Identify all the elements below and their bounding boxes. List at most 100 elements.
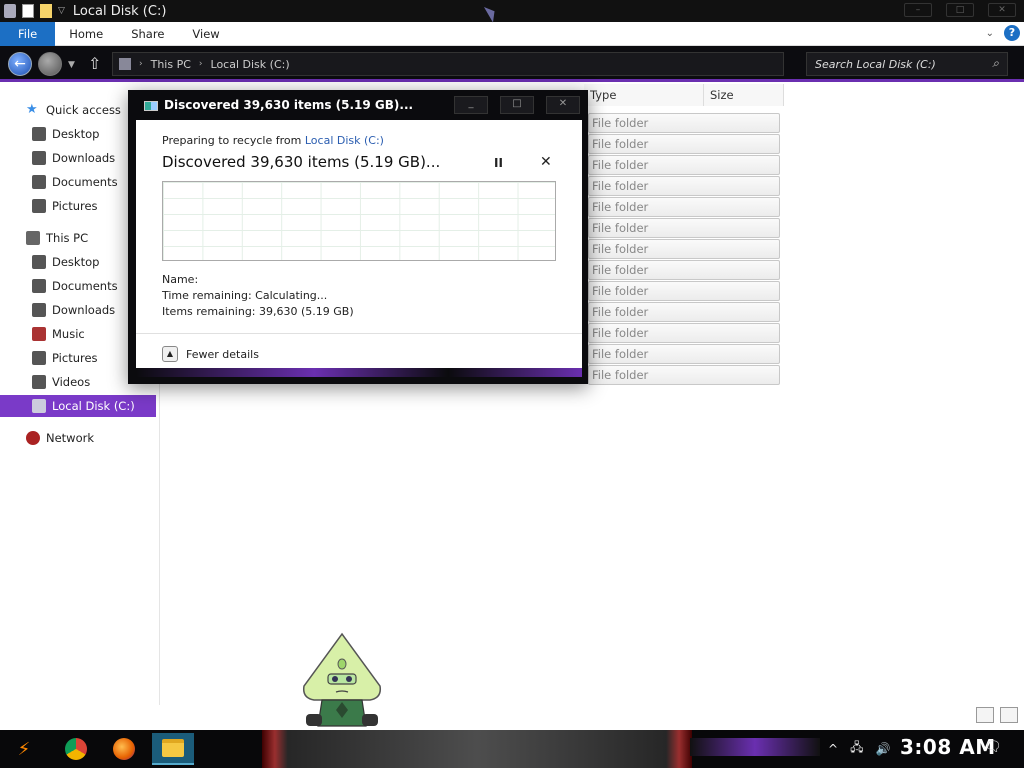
start-button[interactable]: ⚡ — [6, 733, 42, 765]
address-bar[interactable]: › This PC › Local Disk (C:) — [112, 52, 784, 76]
app-icon[interactable] — [4, 4, 16, 18]
details-view-icon[interactable] — [976, 707, 994, 723]
pictures-icon — [32, 351, 46, 365]
search-icon[interactable]: ⌕ — [992, 56, 999, 71]
quick-access-toolbar: ▽ — [0, 4, 65, 18]
breadcrumb-chevron-icon[interactable]: › — [139, 59, 143, 69]
dialog-maximize-button[interactable]: □ — [500, 96, 534, 114]
maximize-button[interactable]: □ — [946, 3, 974, 17]
music-icon — [32, 327, 46, 341]
title-bar: ▽ Local Disk (C:) – □ ✕ — [0, 0, 1024, 22]
breadcrumb-chevron-icon[interactable]: › — [199, 59, 203, 69]
customize-toolbar-icon[interactable]: ▽ — [58, 6, 65, 16]
documents-icon — [32, 175, 46, 189]
taskbar-app-firefox[interactable] — [106, 733, 142, 765]
star-icon: ★ — [26, 102, 38, 117]
cancel-operation-button[interactable]: ✕ — [540, 154, 552, 170]
properties-icon[interactable] — [22, 4, 34, 18]
tab-file[interactable]: File — [0, 21, 56, 46]
system-tray: ^ 🖧 🔊 — [828, 738, 890, 759]
taskbar: ⚡ ^ 🖧 🔊 3:08 AM 🗨 — [0, 730, 1024, 768]
dialog-close-button[interactable]: ✕ — [546, 96, 580, 114]
taskbar-app-file-explorer[interactable] — [152, 733, 194, 765]
videos-icon — [32, 375, 46, 389]
speed-graph — [162, 181, 556, 261]
desktop-icon — [32, 127, 46, 141]
source-location-link[interactable]: Local Disk (C:) — [305, 134, 384, 147]
pause-button[interactable]: II — [494, 156, 503, 170]
file-row-type[interactable]: File folder — [588, 365, 780, 385]
recent-locations-icon[interactable]: ▼ — [68, 60, 75, 70]
column-header-size[interactable]: Size — [704, 84, 784, 106]
delete-progress-dialog: Discovered 39,630 items (5.19 GB)... _ □… — [128, 90, 588, 384]
column-headers: Type Size — [584, 84, 784, 106]
sidebar-item-local-disk[interactable]: Local Disk (C:) — [0, 395, 156, 417]
breadcrumb-this-pc[interactable]: This PC — [151, 58, 191, 71]
character-wallpaper-image — [302, 632, 382, 727]
file-row-type[interactable]: File folder — [588, 113, 780, 133]
help-icon[interactable]: ? — [1004, 25, 1020, 41]
folder-icon — [162, 739, 184, 757]
progress-headline: Discovered 39,630 items (5.19 GB)... — [162, 153, 441, 171]
file-row-type[interactable]: File folder — [588, 134, 780, 154]
large-icons-view-icon[interactable] — [1000, 707, 1018, 723]
show-hidden-icons-icon[interactable]: ^ — [828, 742, 838, 756]
file-row-type[interactable]: File folder — [588, 155, 780, 175]
up-button[interactable]: ⇧ — [88, 54, 101, 73]
file-row-type[interactable]: File folder — [588, 176, 780, 196]
file-row-type[interactable]: File folder — [588, 239, 780, 259]
expand-ribbon-icon[interactable]: ⌄ — [986, 28, 994, 39]
dialog-accent-strip — [136, 368, 582, 377]
taskbar-wallpaper-banner — [262, 730, 692, 768]
file-row-type[interactable]: File folder — [588, 302, 780, 322]
file-row-type[interactable]: File folder — [588, 323, 780, 343]
sidebar-item-network[interactable]: Network — [0, 427, 156, 449]
network-icon — [26, 431, 40, 445]
file-row-type[interactable]: File folder — [588, 260, 780, 280]
chrome-icon — [65, 738, 87, 760]
clock[interactable]: 3:08 AM — [900, 735, 996, 759]
dialog-title: Discovered 39,630 items (5.19 GB)... — [164, 98, 414, 112]
volume-icon[interactable]: 🔊 — [875, 742, 890, 756]
ribbon-tabs: File Home Share View ⌄ ? — [0, 21, 1024, 46]
firefox-icon — [113, 738, 135, 760]
minimize-button[interactable]: – — [904, 3, 932, 17]
column-header-type[interactable]: Type — [584, 84, 704, 106]
file-row-type[interactable]: File folder — [588, 344, 780, 364]
navigation-bar: ← ▼ ⇧ › This PC › Local Disk (C:) Search… — [0, 46, 1024, 82]
window-title: Local Disk (C:) — [72, 3, 167, 19]
drive-icon — [32, 399, 46, 413]
dialog-minimize-button[interactable]: _ — [454, 96, 488, 114]
dialog-body: Preparing to recycle from Local Disk (C:… — [136, 120, 582, 377]
taskbar-accent-decoration — [690, 738, 820, 756]
tab-view[interactable]: View — [178, 22, 233, 46]
file-row-type[interactable]: File folder — [588, 218, 780, 238]
time-remaining: Time remaining: Calculating... — [162, 289, 328, 302]
forward-button[interactable] — [38, 52, 62, 76]
progress-dialog-icon — [144, 101, 158, 111]
new-folder-icon[interactable] — [40, 4, 52, 18]
downloads-icon — [32, 151, 46, 165]
name-label: Name: — [162, 273, 199, 286]
file-row-type[interactable]: File folder — [588, 197, 780, 217]
tab-home[interactable]: Home — [55, 22, 117, 46]
downloads-icon — [32, 303, 46, 317]
breadcrumb-local-disk[interactable]: Local Disk (C:) — [211, 58, 290, 71]
file-row-type[interactable]: File folder — [588, 281, 780, 301]
documents-icon — [32, 279, 46, 293]
chevron-up-icon[interactable]: ▲ — [162, 346, 178, 362]
desktop-icon — [32, 255, 46, 269]
window-controls: – □ ✕ — [904, 3, 1016, 17]
network-icon[interactable]: 🖧 — [850, 738, 863, 759]
items-remaining: Items remaining: 39,630 (5.19 GB) — [162, 305, 354, 318]
search-placeholder: Search Local Disk (C:) — [815, 57, 936, 71]
tab-share[interactable]: Share — [117, 22, 178, 46]
back-button[interactable]: ← — [8, 52, 32, 76]
taskbar-app-chrome[interactable] — [58, 733, 94, 765]
this-pc-icon — [26, 231, 40, 245]
pictures-icon — [32, 199, 46, 213]
notifications-icon[interactable]: 🗨 — [984, 739, 1002, 755]
fewer-details-toggle[interactable]: ▲ Fewer details — [162, 346, 259, 362]
search-input[interactable]: Search Local Disk (C:) ⌕ — [806, 52, 1008, 76]
close-button[interactable]: ✕ — [988, 3, 1016, 17]
